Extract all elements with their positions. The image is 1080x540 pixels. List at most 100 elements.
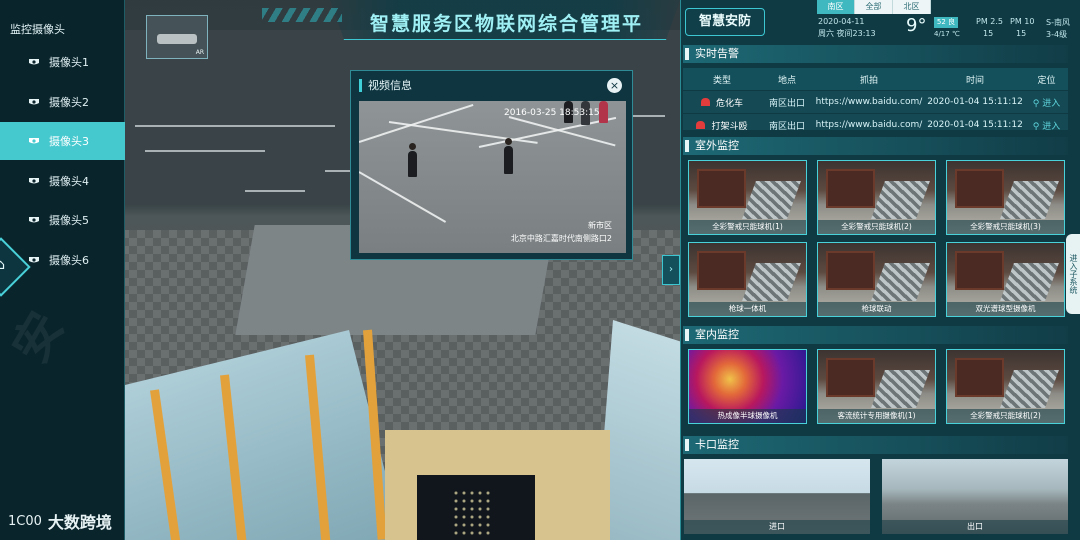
siren-icon (696, 121, 706, 129)
enter-subsystem-button[interactable]: 进入子系统 (1066, 234, 1080, 314)
page-title: 智慧服务区物联网综合管理平 (370, 13, 644, 35)
table-row[interactable]: 危化车 南区出口 https://www.baidu.com/ 2020-01-… (683, 91, 1068, 113)
close-button[interactable]: × (607, 78, 622, 93)
siren-icon (700, 98, 710, 106)
person-figure (599, 101, 608, 123)
sidebar-item-camera-1[interactable]: 摄像头1 (0, 43, 125, 81)
camera-label: 出口 (882, 520, 1068, 534)
sidebar-item-camera-2[interactable]: 摄像头2 (0, 83, 125, 121)
sidebar-item-label: 摄像头3 (49, 135, 89, 148)
video-info-popup: 视频信息 × 2016-03-25 18:53:15 新市区 北京中路汇嘉时代南… (350, 70, 633, 260)
weather-range: 4/17 ℃ (934, 30, 960, 38)
alarm-type: 危化车 (683, 96, 761, 109)
alarm-type: 打架斗殴 (683, 119, 761, 131)
video-location-district: 新市区 (588, 221, 612, 230)
table-header: 类型 地点 抓拍 时间 定位 (683, 68, 1068, 90)
tab-all[interactable]: 全部 (855, 0, 893, 14)
alarm-type-text: 打架斗殴 (711, 121, 748, 131)
pm25-value: 15 (983, 29, 994, 38)
camera-icon (28, 215, 40, 225)
parking-line (359, 171, 447, 223)
module-title[interactable]: 智慧安防 (685, 8, 765, 36)
locate-button[interactable]: ⚲ 进入 (1025, 96, 1068, 109)
header-stripes (262, 8, 342, 22)
camera-label: 全彩警戒只能球机(2) (947, 409, 1064, 423)
collapse-panel-button[interactable]: › (662, 255, 680, 285)
outdoor-camera-thumb[interactable]: 枪球一体机 (688, 242, 807, 317)
weather-widget: 2020-04-11 周六 夜间23:13 9° 52 良 4/17 ℃ PM … (818, 15, 1080, 41)
sidebar-item-camera-4[interactable]: 摄像头4 (0, 162, 125, 200)
camera-icon (28, 255, 40, 265)
sidebar-item-label: 摄像头6 (49, 254, 89, 267)
background-watermark: 安 (2, 302, 75, 373)
pm10-label: PM 10 (1010, 17, 1035, 26)
pm10-value: 15 (1016, 29, 1027, 38)
sidebar-heading: 监控摄像头 (10, 23, 65, 36)
alarm-place: 南区出口 (768, 121, 805, 131)
gate-camera-entrance[interactable]: 进口 (684, 459, 870, 534)
watermark-text: 大数跨境 (47, 513, 112, 532)
camera-label: 全彩警戒只能球机(2) (818, 220, 935, 234)
sidebar-item-label: 摄像头2 (49, 96, 89, 109)
minimap-label: AR (195, 49, 204, 56)
video-timestamp: 2016-03-25 18:53:15 (504, 108, 600, 118)
indoor-camera-thumb[interactable]: 全彩警戒只能球机(2) (946, 349, 1065, 424)
sidebar-item-camera-3[interactable]: 摄像头3 (0, 122, 125, 160)
weather-date: 2020-04-11 (818, 17, 865, 26)
gate-camera-exit[interactable]: 出口 (882, 459, 1068, 534)
alarm-snapshot-link[interactable]: https://www.baidu.com/ (813, 97, 925, 107)
sidebar-item-label: 摄像头1 (49, 56, 89, 69)
pm25-label: PM 2.5 (976, 17, 1003, 26)
video-feed[interactable]: 2016-03-25 18:53:15 新市区 北京中路汇嘉时代南侧路口2 (359, 101, 626, 253)
alarm-time: 2020-01-04 15:11:12 (927, 97, 1023, 107)
header-bar: 智慧服务区物联网综合管理平 (330, 0, 680, 40)
watermark: 1C00 大数跨境 (8, 509, 112, 533)
camera-icon (28, 57, 40, 67)
minimap-thumbnail[interactable]: AR (146, 15, 208, 59)
indoor-camera-thumb[interactable]: 热成像半球摄像机 (688, 349, 807, 424)
alarm-place: 南区出口 (768, 98, 805, 109)
outdoor-camera-thumb[interactable]: 枪球联动 (817, 242, 936, 317)
outdoor-camera-thumb[interactable]: 全彩警戒只能球机(1) (688, 160, 807, 235)
aqi-badge: 52 良 (934, 17, 958, 28)
outdoor-camera-thumb[interactable]: 全彩警戒只能球机(2) (817, 160, 936, 235)
camera-sidebar: 安 监控摄像头 摄像头1 摄像头2 摄像头3 摄像头4 摄像头5 摄像头6 ⌂ (0, 0, 125, 540)
lane-marking (245, 190, 305, 192)
parking-line (478, 116, 617, 148)
indoor-camera-thumb[interactable]: 客流统计专用摄像机(1) (817, 349, 936, 424)
table-row[interactable]: 打架斗殴 南区出口 https://www.baidu.com/ 2020-01… (683, 114, 1068, 130)
camera-icon (28, 97, 40, 107)
video-location-road: 北京中路汇嘉时代南侧路口2 (510, 234, 612, 243)
camera-label: 客流统计专用摄像机(1) (818, 409, 935, 423)
camera-label: 双光谱球型摄像机 (947, 302, 1064, 316)
camera-label: 枪球联动 (818, 302, 935, 316)
weather-week: 周六 夜间23:13 (818, 29, 876, 38)
column-header: 类型 (712, 75, 731, 86)
region-tabs: 南区 全部 北区 (817, 0, 931, 14)
column-header: 定位 (1037, 75, 1056, 86)
person-figure (504, 146, 513, 174)
parking-line (359, 103, 474, 143)
outdoor-camera-thumb[interactable]: 全彩警戒只能球机(3) (946, 160, 1065, 235)
weather-temp: 9° (906, 15, 927, 36)
tab-north[interactable]: 北区 (893, 0, 931, 14)
watermark-logo: 1C00 (8, 513, 42, 529)
outdoor-camera-thumb[interactable]: 双光谱球型摄像机 (946, 242, 1065, 317)
alarm-type-text: 危化车 (715, 98, 743, 109)
building-window (417, 475, 535, 540)
camera-label: 进口 (684, 520, 870, 534)
wind-value: 3-4级 (1046, 30, 1068, 39)
car-shape (157, 34, 197, 44)
wind-label: S-南风 (1046, 18, 1070, 27)
alarm-time: 2020-01-04 15:11:12 (927, 120, 1023, 130)
alarm-snapshot-link[interactable]: https://www.baidu.com/ (813, 120, 925, 130)
section-title-outdoor: 室外监控 (683, 137, 1068, 155)
lane-marking (145, 150, 265, 152)
section-title-gate: 卡口监控 (683, 436, 1068, 454)
camera-icon (28, 176, 40, 186)
sidebar-item-camera-5[interactable]: 摄像头5 (0, 201, 125, 239)
sidebar-item-label: 摄像头5 (49, 214, 89, 227)
parking-line (388, 121, 538, 144)
locate-button[interactable]: ⚲ 进入 (1025, 119, 1068, 131)
tab-south[interactable]: 南区 (817, 0, 855, 14)
